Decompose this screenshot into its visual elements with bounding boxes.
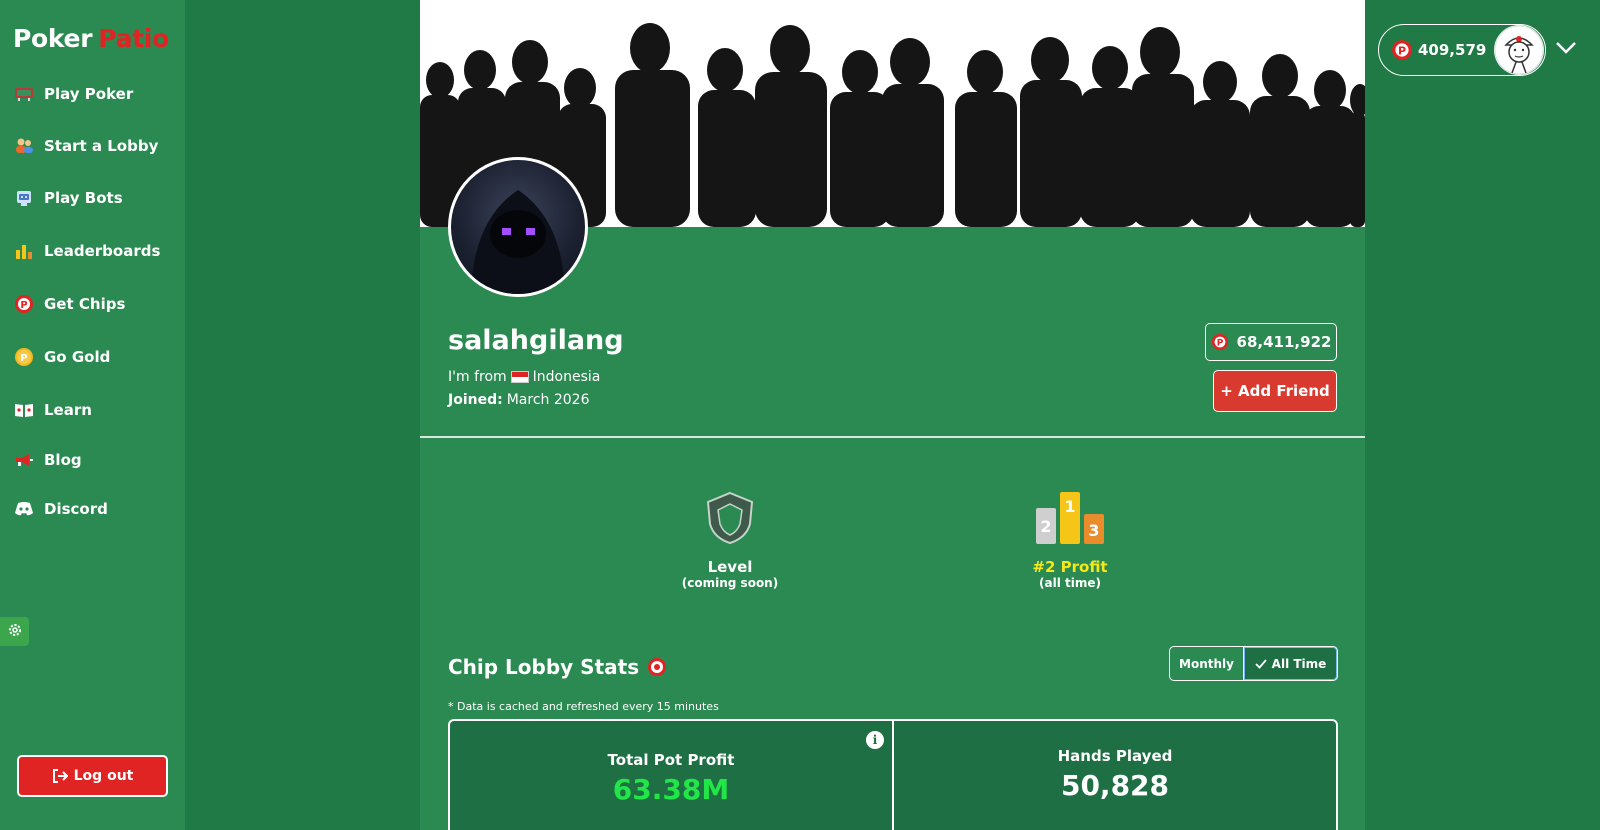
gold-coin-icon: P: [13, 347, 35, 367]
hooded-figure-image: [471, 190, 565, 294]
logout-label: Log out: [73, 768, 134, 784]
stats-title-text: Chip Lobby Stats: [448, 655, 640, 679]
logo-text-patio: Patio: [98, 24, 169, 53]
profit-subtitle: (all time): [1039, 576, 1101, 590]
robot-icon: [13, 188, 35, 208]
chip-icon: P: [1391, 39, 1413, 61]
sidebar-item-label: Play Poker: [44, 85, 134, 103]
sidebar-item-label: Go Gold: [44, 348, 111, 366]
profit-badge: 213 #2 Profit (all time): [1010, 490, 1130, 590]
info-icon[interactable]: i: [866, 731, 884, 749]
profit-title: #2 Profit: [1032, 558, 1108, 576]
add-friend-button[interactable]: + Add Friend: [1213, 370, 1337, 412]
sidebar-item-label: Blog: [44, 451, 82, 469]
sidebar-item-discord[interactable]: Discord: [13, 497, 108, 521]
header-balance: 409,579: [1418, 41, 1487, 59]
book-icon: [13, 400, 35, 420]
stats-title: Chip Lobby Stats: [448, 655, 667, 679]
svg-text:3: 3: [1088, 521, 1099, 540]
sidebar-item-label: Get Chips: [44, 295, 126, 313]
section-divider: [420, 436, 1365, 438]
stat-label: Hands Played: [1057, 747, 1173, 765]
chip-balance-value: 68,411,922: [1236, 333, 1332, 351]
logout-button[interactable]: Log out: [17, 755, 168, 797]
indonesia-flag-icon: [510, 371, 529, 383]
sidebar-item-leaderboards[interactable]: Leaderboards: [13, 239, 160, 263]
sidebar-item-label: Discord: [44, 500, 108, 518]
podium-icon: 213: [1032, 492, 1108, 550]
profile-chip-balance: P 68,411,922: [1205, 323, 1337, 361]
country-name: Indonesia: [532, 369, 601, 385]
stat-cell-hands-played: Hands Played 50,828: [892, 721, 1336, 830]
table-icon: [13, 84, 35, 104]
logout-icon: [52, 769, 68, 783]
user-menu-pill[interactable]: P 409,579: [1378, 24, 1546, 76]
sidebar-item-get-chips[interactable]: P Get Chips: [13, 292, 125, 316]
svg-text:P: P: [1398, 44, 1406, 57]
joined-value: March 2026: [506, 392, 590, 408]
chip-icon: [647, 657, 667, 677]
shield-icon: [702, 491, 758, 550]
stat-label: Total Pot Profit: [607, 751, 735, 769]
cache-note: * Data is cached and refreshed every 15 …: [448, 700, 719, 713]
profile-avatar: [448, 157, 588, 297]
chevron-down-icon[interactable]: [1555, 40, 1577, 59]
logo-text-poker: Poker: [13, 24, 93, 53]
user-avatar: [1494, 25, 1544, 75]
chip-icon: P: [13, 294, 35, 314]
megaphone-icon: [13, 450, 35, 470]
discord-icon: [13, 499, 35, 519]
stat-value: 50,828: [1060, 769, 1170, 802]
players-icon: [13, 136, 35, 156]
stats-period-toggle: Monthly All Time: [1169, 646, 1338, 681]
sidebar-item-label: Play Bots: [44, 189, 123, 207]
sidebar-item-learn[interactable]: Learn: [13, 398, 92, 422]
profile-country: I'm from Indonesia: [448, 369, 600, 385]
sidebar-item-label: Learn: [44, 401, 92, 419]
sidebar-item-blog[interactable]: Blog: [13, 448, 82, 472]
stats-grid: i Total Pot Profit 63.38M Hands Played 5…: [448, 719, 1338, 830]
stat-cell-total-pot-profit: i Total Pot Profit 63.38M: [450, 721, 892, 830]
level-title: Level: [707, 558, 753, 576]
profile-joined: Joined: March 2026: [448, 392, 589, 408]
profile-username: salahgilang: [448, 325, 624, 356]
svg-text:P: P: [20, 300, 27, 311]
from-prefix: I'm from: [448, 369, 507, 385]
joined-label: Joined:: [448, 392, 503, 408]
check-icon: [1255, 658, 1267, 669]
sidebar-item-play-bots[interactable]: Play Bots: [13, 186, 123, 210]
toggle-all-time-label: All Time: [1271, 656, 1327, 671]
svg-text:P: P: [20, 353, 27, 364]
toggle-monthly[interactable]: Monthly: [1170, 647, 1244, 680]
gear-icon: [7, 622, 23, 642]
svg-text:2: 2: [1040, 517, 1051, 536]
sidebar-item-label: Start a Lobby: [44, 137, 159, 155]
sidebar-item-go-gold[interactable]: P Go Gold: [13, 345, 110, 369]
stat-value: 63.38M: [612, 773, 730, 806]
svg-text:P: P: [1216, 339, 1223, 349]
sidebar: Poker Patio Play Poker Start a Lobby Play…: [0, 0, 185, 830]
toggle-all-time[interactable]: All Time: [1244, 647, 1337, 680]
bar-chart-icon: [13, 241, 35, 261]
sidebar-item-label: Leaderboards: [44, 242, 161, 260]
profile-panel: salahgilang I'm from Indonesia Joined: Ma…: [420, 0, 1365, 830]
chip-icon: P: [1211, 333, 1229, 351]
level-badge: Level (coming soon): [670, 490, 790, 590]
level-subtitle: (coming soon): [681, 576, 779, 590]
logo[interactable]: Poker Patio: [13, 24, 169, 53]
sidebar-item-play-poker[interactable]: Play Poker: [13, 82, 133, 106]
sidebar-item-start-lobby[interactable]: Start a Lobby: [13, 134, 158, 158]
settings-button[interactable]: [0, 617, 29, 646]
cartoon-avatar-image: [1494, 25, 1544, 75]
svg-text:1: 1: [1064, 497, 1075, 516]
